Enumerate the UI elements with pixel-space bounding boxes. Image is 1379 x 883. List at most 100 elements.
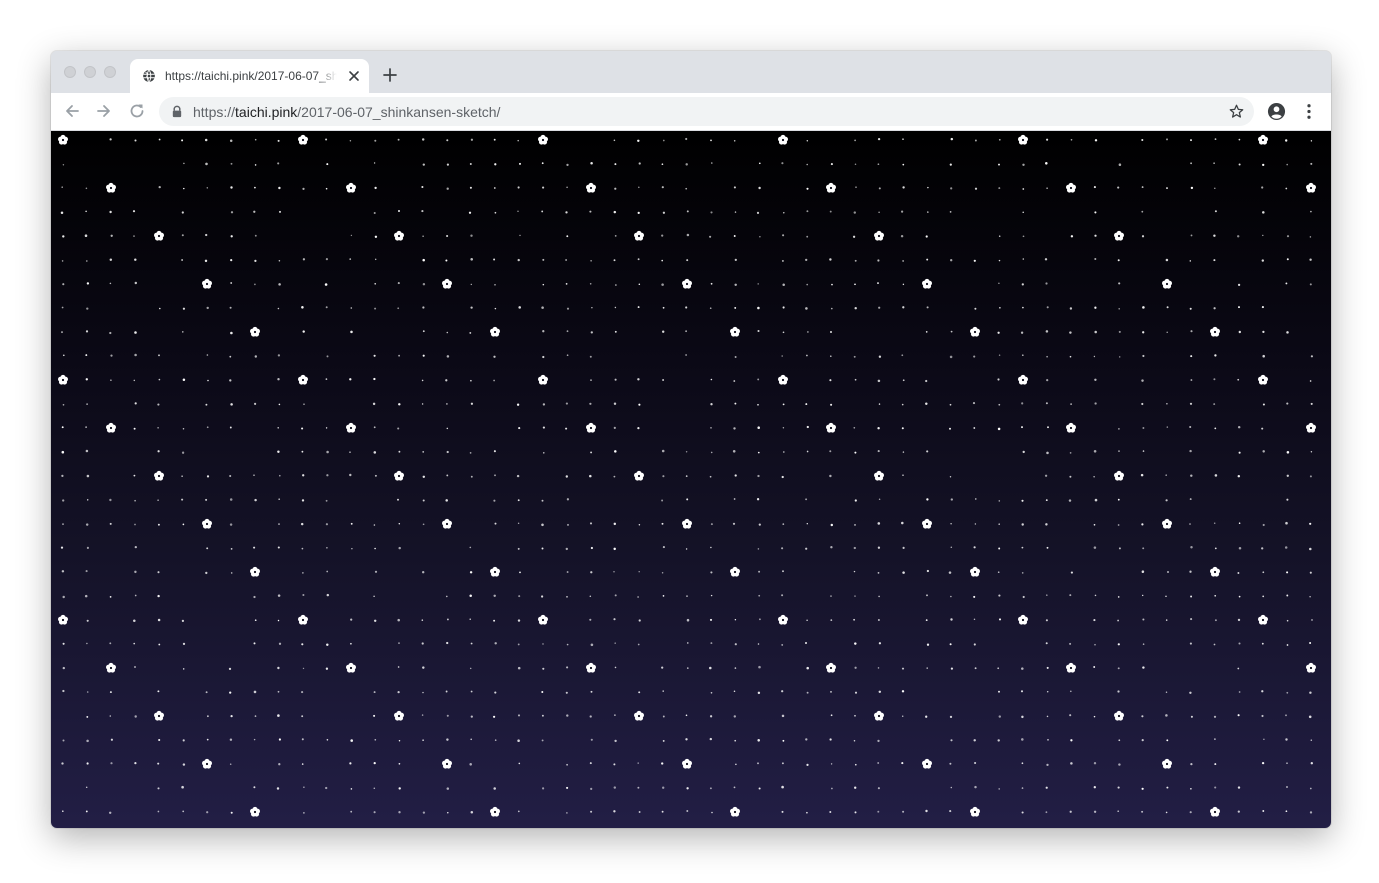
star-dot bbox=[926, 594, 928, 597]
star-dot bbox=[422, 666, 425, 669]
star-dot bbox=[1167, 571, 1169, 573]
flower-mark bbox=[1162, 758, 1172, 769]
star-dot bbox=[229, 379, 232, 382]
star-dot bbox=[1166, 739, 1169, 742]
star-dot bbox=[710, 211, 713, 214]
star-dot bbox=[566, 786, 569, 789]
star-dot bbox=[925, 809, 928, 813]
more-vert-icon[interactable] bbox=[1301, 102, 1317, 121]
star-dot bbox=[60, 546, 64, 549]
flower-mark bbox=[58, 134, 68, 145]
star-dot bbox=[732, 450, 736, 453]
star-dot bbox=[781, 714, 785, 718]
star-dot bbox=[758, 570, 761, 573]
star-dot bbox=[997, 378, 1000, 381]
star-dot bbox=[1285, 139, 1288, 142]
window-maximize-button[interactable] bbox=[104, 66, 116, 78]
star-dot bbox=[1190, 474, 1193, 477]
star-dot bbox=[181, 785, 184, 789]
star-dot bbox=[181, 211, 184, 214]
star-dot bbox=[1310, 210, 1312, 213]
star-dot bbox=[757, 403, 759, 406]
address-bar[interactable]: https://taichi.pink/2017-06-07_shinkanse… bbox=[159, 97, 1254, 126]
star-dot bbox=[902, 186, 905, 189]
star-dot bbox=[854, 715, 856, 717]
flower-mark bbox=[202, 758, 212, 769]
star-dot bbox=[710, 378, 713, 381]
close-icon[interactable] bbox=[347, 69, 361, 83]
star-dot bbox=[662, 379, 665, 381]
star-dot bbox=[1285, 738, 1288, 741]
star-dot bbox=[205, 571, 208, 575]
star-dot bbox=[781, 547, 784, 550]
star-dot bbox=[301, 547, 304, 550]
url-text[interactable]: https://taichi.pink/2017-06-07_shinkanse… bbox=[193, 104, 500, 120]
star-dot bbox=[278, 738, 281, 741]
star-dot bbox=[109, 715, 112, 717]
star-dot bbox=[229, 498, 233, 501]
lock-icon[interactable] bbox=[171, 105, 183, 118]
star-dot bbox=[614, 594, 617, 597]
star-dot bbox=[1190, 595, 1193, 598]
star-dot bbox=[877, 619, 880, 621]
star-dot bbox=[300, 522, 304, 526]
star-dot bbox=[540, 595, 544, 598]
star-dot bbox=[326, 546, 328, 549]
account-circle-icon[interactable] bbox=[1267, 102, 1286, 121]
star-dot bbox=[60, 211, 64, 214]
arrow-left-icon[interactable] bbox=[63, 102, 81, 120]
star-dot bbox=[517, 499, 520, 502]
star-dot bbox=[1142, 643, 1145, 645]
window-minimize-button[interactable] bbox=[84, 66, 96, 78]
plus-icon[interactable] bbox=[382, 67, 398, 83]
star-dot bbox=[1165, 811, 1168, 814]
tab-active[interactable]: https://taichi.pink/2017-06-07_shinkanse… bbox=[130, 59, 369, 93]
star-dot bbox=[517, 522, 520, 525]
star-dot bbox=[1117, 186, 1120, 189]
star-dot bbox=[685, 187, 688, 190]
tab-strip: https://taichi.pink/2017-06-07_shinkanse… bbox=[51, 51, 1331, 93]
star-dot bbox=[326, 355, 329, 358]
star-dot bbox=[1141, 715, 1144, 718]
star-dot bbox=[373, 451, 377, 454]
star-dot bbox=[373, 619, 377, 623]
reload-icon[interactable] bbox=[128, 102, 146, 120]
arrow-right-icon[interactable] bbox=[95, 102, 113, 120]
star-dot bbox=[1262, 211, 1265, 214]
star-dot bbox=[1286, 762, 1288, 765]
star-icon[interactable] bbox=[1228, 103, 1245, 120]
star-dot bbox=[1117, 524, 1120, 526]
flower-mark bbox=[778, 134, 788, 145]
star-dot bbox=[709, 235, 712, 238]
star-dot bbox=[1214, 738, 1216, 740]
star-dot bbox=[590, 738, 593, 741]
star-dot bbox=[829, 379, 832, 382]
star-dot bbox=[181, 139, 184, 142]
star-dot bbox=[1046, 594, 1048, 596]
star-dot bbox=[133, 379, 136, 382]
star-dot bbox=[781, 762, 784, 765]
star-dot bbox=[758, 162, 761, 165]
star-dot bbox=[781, 643, 784, 646]
star-dot bbox=[1094, 306, 1097, 309]
star-dot bbox=[733, 498, 736, 500]
star-dot bbox=[1238, 306, 1240, 309]
star-dot bbox=[61, 426, 64, 429]
star-dot bbox=[254, 402, 257, 405]
star-dot bbox=[1118, 308, 1120, 310]
star-dot bbox=[1117, 690, 1120, 693]
star-dot bbox=[157, 450, 160, 453]
window-close-button[interactable] bbox=[64, 66, 76, 78]
star-dot bbox=[902, 138, 904, 140]
star-dot bbox=[1286, 331, 1289, 334]
star-dot bbox=[373, 426, 376, 429]
star-dot bbox=[686, 618, 690, 622]
star-dot bbox=[662, 139, 665, 142]
star-dot bbox=[734, 474, 737, 477]
star-dot bbox=[877, 137, 881, 141]
star-dot bbox=[1286, 163, 1288, 166]
star-dot bbox=[1309, 380, 1312, 382]
star-dot bbox=[877, 450, 880, 453]
star-dot bbox=[877, 259, 880, 262]
flower-mark bbox=[1066, 422, 1076, 433]
